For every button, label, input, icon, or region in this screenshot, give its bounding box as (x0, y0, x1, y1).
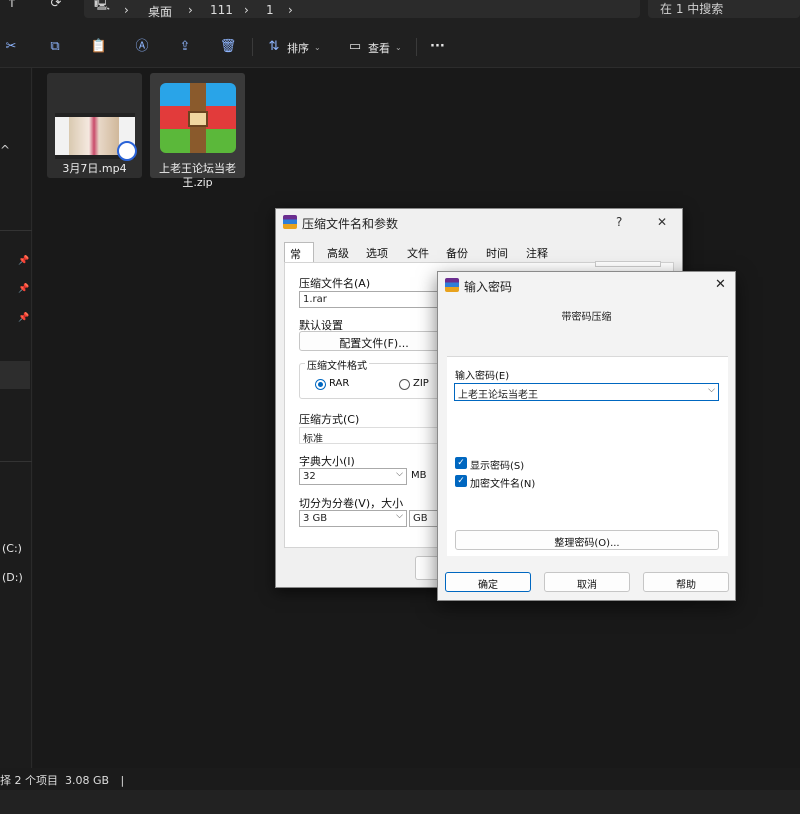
cancel-button[interactable]: 取消 (544, 572, 630, 592)
dialog-heading: 带密码压缩 (561, 312, 612, 323)
format-zip-radio[interactable] (399, 379, 410, 390)
share-icon[interactable]: ⇪ (176, 38, 194, 56)
winrar-icon (283, 215, 297, 229)
encrypt-filenames-checkbox[interactable]: ✓ (455, 475, 467, 487)
close-icon[interactable]: ✕ (715, 277, 726, 292)
archive-name-input[interactable]: 1.rar (299, 291, 449, 308)
file-name: 上老王论坛当老王.zip (159, 162, 236, 189)
organize-passwords-button[interactable]: 整理密码(O)... (455, 530, 719, 550)
dict-size-label: 字典大小(I) (299, 455, 355, 468)
file-item-video[interactable]: 3月7日.mp4 (47, 73, 142, 178)
pin-icon: 📌 (18, 256, 30, 266)
search-input[interactable]: 在 1 中搜索 (648, 0, 800, 18)
sidebar-divider (0, 230, 32, 231)
split-volume-value: 3 GB (303, 513, 328, 524)
dict-unit-label: MB (411, 470, 427, 481)
address-box[interactable]: 🖳 › 桌面 › 111 › 1 › (84, 0, 640, 20)
toolbar-divider (416, 38, 417, 56)
password-input[interactable]: 上老王论坛当老王 ⌵ (454, 383, 719, 401)
winrar-icon (445, 278, 459, 292)
chevron-down-icon: ⌄ (395, 43, 402, 52)
format-zip-label: ZIP (413, 378, 429, 389)
sync-badge-icon (117, 141, 137, 161)
password-label: 输入密码(E) (455, 371, 510, 382)
archive-name-label: 压缩文件名(A) (299, 277, 371, 290)
chevron-down-icon: ⌄ (314, 43, 321, 52)
delete-icon[interactable]: 🗑 (219, 38, 237, 56)
format-rar-radio[interactable] (315, 379, 326, 390)
chevron-down-icon: ⌵ (396, 511, 403, 521)
file-name: 3月7日.mp4 (62, 162, 127, 175)
breadcrumb-separator-icon: › (288, 3, 293, 17)
tab-general[interactable]: 常规 (284, 242, 314, 277)
address-bar-area: ↑ ⟳ 🖳 › 桌面 › 111 › 1 › 在 1 中搜索 (0, 0, 800, 28)
breadcrumb-desktop[interactable]: 桌面 (148, 3, 172, 20)
split-volume-label: 切分为分卷(V)，大小 (299, 497, 404, 510)
ok-button[interactable]: 确定 (445, 572, 531, 592)
navigation-pane: ^ 📌 📌 📌 (C:) (D:) (0, 68, 32, 768)
up-arrow-icon[interactable]: ↑ (2, 0, 22, 16)
password-panel: 输入密码(E) 上老王论坛当老王 ⌵ ✓ 显示密码(S) ✓ 加密文件名(N) (447, 356, 728, 556)
browse-button-edge[interactable] (595, 261, 661, 267)
toolbar-divider (252, 38, 253, 56)
tab-advanced[interactable]: 高级 (322, 242, 354, 262)
dialog-title: 压缩文件名和参数 (302, 217, 399, 231)
selection-status: 择 2 个项目 3.08 GB (0, 774, 110, 787)
view-button[interactable]: 查看 (368, 40, 390, 56)
winrar-archive-icon (160, 83, 236, 153)
password-dialog: 输入密码 ✕ 带密码压缩 输入密码(E) 上老王论坛当老王 ⌵ ✓ 显示密码(S… (437, 271, 736, 601)
sort-button[interactable]: 排序 (287, 40, 309, 56)
dict-size-value: 32 (303, 471, 316, 482)
sidebar-divider (0, 461, 32, 462)
method-select[interactable]: 标准 (299, 427, 449, 444)
method-label: 压缩方式(C) (299, 413, 360, 426)
more-options-button[interactable]: ··· (430, 39, 445, 54)
pin-icon: 📌 (18, 313, 30, 323)
dict-size-select[interactable]: 32 ⌵ (299, 468, 407, 485)
paste-icon[interactable]: 📋 (90, 38, 108, 56)
dialog-title: 输入密码 (464, 280, 513, 294)
tab-comment[interactable]: 注释 (521, 242, 553, 262)
view-icon[interactable]: ▭ (346, 38, 364, 56)
breadcrumb-separator-icon: › (244, 3, 249, 17)
text-cursor: | (120, 774, 125, 787)
format-rar-label: RAR (329, 378, 350, 389)
status-bar: 择 2 个项目 3.08 GB | (0, 768, 800, 790)
close-icon[interactable]: ✕ (657, 215, 667, 229)
breadcrumb-111[interactable]: 111 (210, 3, 233, 17)
help-button[interactable]: 帮助 (643, 572, 729, 592)
cut-icon[interactable]: ✂ (2, 38, 20, 56)
copy-icon[interactable]: ⧉ (46, 38, 64, 56)
sidebar-item-selected[interactable] (0, 361, 30, 389)
format-group-label: 压缩文件格式 (305, 357, 369, 372)
show-password-checkbox[interactable]: ✓ (455, 457, 467, 469)
expand-icon[interactable]: ^ (0, 143, 10, 157)
tab-time[interactable]: 时间 (481, 242, 513, 262)
show-password-label: 显示密码(S) (470, 461, 525, 472)
taskbar-edge (0, 790, 800, 814)
refresh-icon[interactable]: ⟳ (46, 0, 66, 16)
rename-icon[interactable]: Ⓐ (133, 38, 151, 56)
tab-backup[interactable]: 备份 (441, 242, 473, 262)
password-value: 上老王论坛当老王 (458, 390, 538, 401)
breadcrumb-separator-icon: › (124, 3, 129, 17)
tab-files[interactable]: 文件 (402, 242, 434, 262)
tab-options[interactable]: 选项 (361, 242, 393, 262)
breadcrumb-separator-icon: › (188, 3, 193, 17)
file-item-zip[interactable]: 上老王论坛当老王.zip (150, 73, 245, 189)
computer-icon: 🖳 (94, 0, 111, 11)
chevron-down-icon[interactable]: ⌵ (708, 385, 715, 395)
sort-icon[interactable]: ⇅ (265, 38, 283, 56)
sidebar-item-drive-c[interactable]: (C:) (2, 542, 22, 555)
encrypt-filenames-label: 加密文件名(N) (470, 479, 536, 490)
split-volume-select[interactable]: 3 GB ⌵ (299, 510, 407, 527)
sidebar-item-drive-d[interactable]: (D:) (2, 571, 23, 584)
profiles-button[interactable]: 配置文件(F)... (299, 331, 449, 351)
breadcrumb-1[interactable]: 1 (266, 3, 274, 17)
chevron-down-icon: ⌵ (396, 469, 403, 479)
help-icon[interactable]: ? (616, 215, 622, 229)
pin-icon: 📌 (18, 284, 30, 294)
